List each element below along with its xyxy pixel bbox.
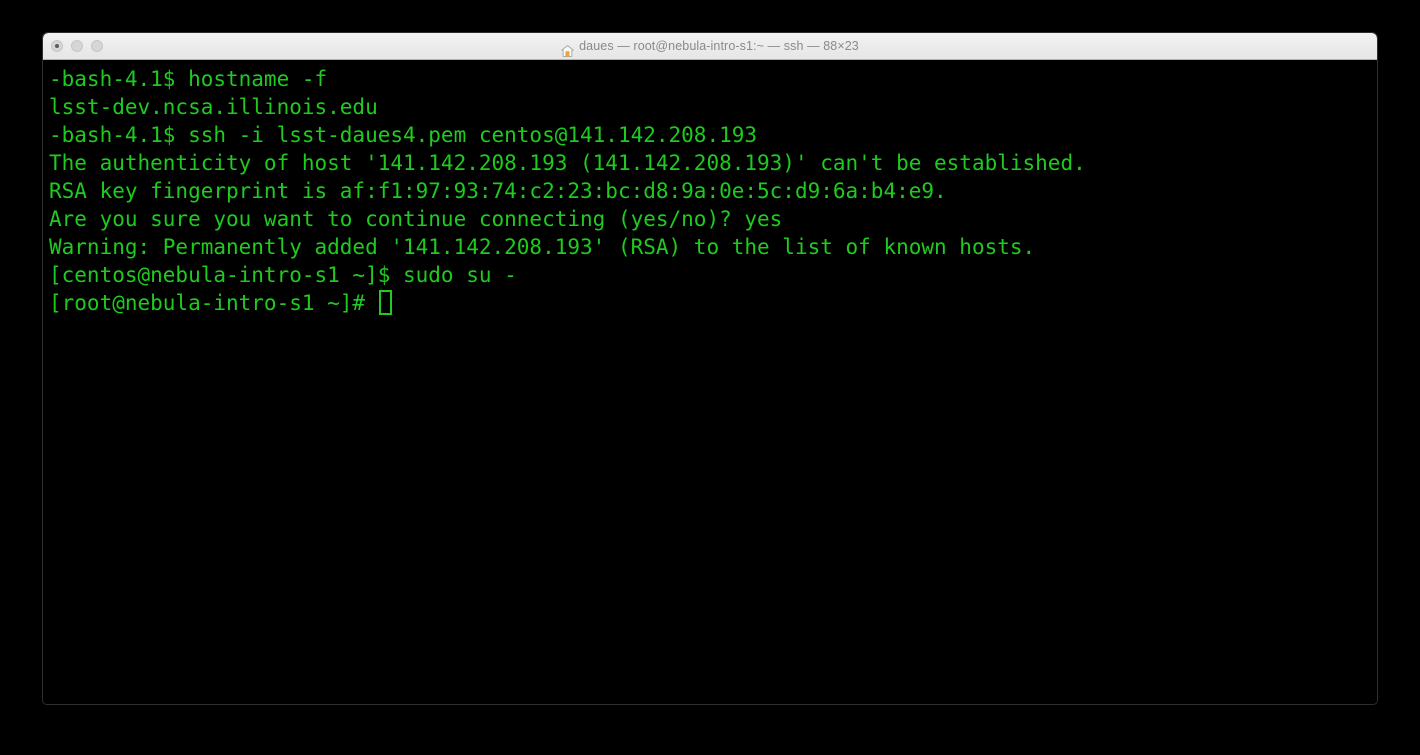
terminal-line-text: Warning: Permanently added '141.142.208.…: [49, 235, 1036, 259]
terminal-line: -bash-4.1$ hostname -f: [49, 65, 1377, 93]
title-bar[interactable]: daues — root@nebula-intro-s1:~ — ssh — 8…: [43, 33, 1377, 60]
terminal-line-text: The authenticity of host '141.142.208.19…: [49, 151, 1086, 175]
terminal-window[interactable]: daues — root@nebula-intro-s1:~ — ssh — 8…: [42, 32, 1378, 705]
terminal-line-text: Are you sure you want to continue connec…: [49, 207, 783, 231]
terminal-cursor: [378, 290, 392, 315]
zoom-button[interactable]: [91, 40, 103, 52]
window-title: daues — root@nebula-intro-s1:~ — ssh — 8…: [43, 33, 1377, 59]
terminal-line: RSA key fingerprint is af:f1:97:93:74:c2…: [49, 177, 1377, 205]
window-title-text: daues — root@nebula-intro-s1:~ — ssh — 8…: [579, 39, 859, 53]
terminal-line-text: [root@nebula-intro-s1 ~]#: [49, 291, 378, 315]
terminal-line: Warning: Permanently added '141.142.208.…: [49, 233, 1377, 261]
close-button[interactable]: [51, 40, 63, 52]
terminal-line: [centos@nebula-intro-s1 ~]$ sudo su -: [49, 261, 1377, 289]
terminal-screen[interactable]: -bash-4.1$ hostname -f lsst-dev.ncsa.illi…: [49, 65, 1377, 317]
minimize-button[interactable]: [71, 40, 83, 52]
terminal-line-text: -bash-4.1$ ssh -i lsst-daues4.pem centos…: [49, 123, 758, 147]
terminal-line: Are you sure you want to continue connec…: [49, 205, 1377, 233]
window-controls: [51, 33, 103, 59]
terminal-line: -bash-4.1$ ssh -i lsst-daues4.pem centos…: [49, 121, 1377, 149]
home-icon: [561, 40, 574, 57]
terminal-line: The authenticity of host '141.142.208.19…: [49, 149, 1377, 177]
terminal-line-text: -bash-4.1$ hostname -f: [49, 67, 328, 91]
terminal-line-text: lsst-dev.ncsa.illinois.edu: [49, 95, 378, 119]
terminal-line-text: RSA key fingerprint is af:f1:97:93:74:c2…: [49, 179, 947, 203]
terminal-body[interactable]: -bash-4.1$ hostname -f lsst-dev.ncsa.illi…: [43, 60, 1377, 704]
terminal-line: lsst-dev.ncsa.illinois.edu: [49, 93, 1377, 121]
terminal-line: [root@nebula-intro-s1 ~]#: [49, 289, 1377, 317]
terminal-line-text: [centos@nebula-intro-s1 ~]$ sudo su -: [49, 263, 517, 287]
